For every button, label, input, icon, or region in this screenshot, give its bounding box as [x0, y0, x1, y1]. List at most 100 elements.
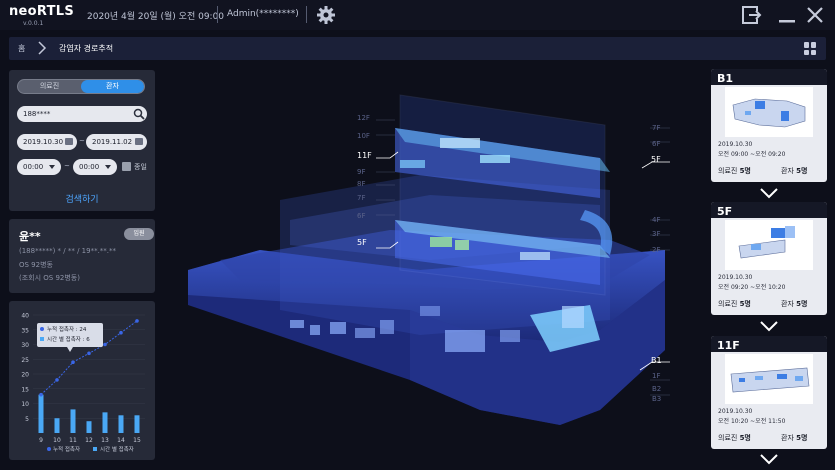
calendar-icon: [65, 138, 73, 145]
tab-patient[interactable]: 환자: [81, 80, 144, 93]
patient-count: 환자 5명: [781, 300, 808, 308]
search-icon[interactable]: [133, 108, 145, 120]
y-tick-label: 15: [21, 386, 29, 393]
floor-label-faint: 1F: [652, 372, 661, 380]
x-tick-label: 9: [39, 437, 43, 444]
building-3d-view[interactable]: [180, 80, 680, 440]
floor-label-faint: 7F: [652, 124, 661, 132]
floor-card-5f[interactable]: 5F 2019.10.30 오전 09:20 ~오전 10:20 의료진 5명 …: [711, 202, 827, 315]
floor-label-left: 5F: [357, 238, 367, 247]
staff-count: 의료진 5명: [718, 300, 751, 308]
tooltip-pointer: [67, 347, 73, 352]
contact-chart-panel: 5 10 15 20 25 30 35 40 9 10 11 12 13 14 15 누적 접촉자 : 24 시…: [9, 301, 155, 460]
y-tick-label: 20: [21, 372, 29, 379]
legend-label: 누적 접촉자: [53, 445, 80, 453]
breadcrumb-home[interactable]: 홈: [18, 43, 25, 54]
bar: [70, 409, 76, 433]
grid-menu-icon[interactable]: [804, 42, 817, 55]
x-tick-label: 13: [101, 437, 109, 444]
contact-chart: 5 10 15 20 25 30 35 40 9 10 11 12 13 14 15 누적 접촉자 : 24 시…: [21, 313, 145, 453]
floor-label-faint: 9F: [357, 168, 366, 176]
floor-stack: [395, 94, 613, 296]
floor-card-11f[interactable]: 11F 2019.10.30 오전 10:20 ~오전 11:50 의료진 5명…: [711, 336, 827, 449]
top-bar: neoRTLS v.0.0.1 2020년 4월 20일 (월) 오전 09:0…: [0, 0, 835, 30]
app-name: neoRTLS: [9, 4, 75, 19]
legend-dot: [47, 447, 51, 451]
caret-down-icon: [49, 165, 55, 169]
patient-info-panel: 윤** 입원 (188*****) * / ** / 19**.**.** OS…: [9, 219, 155, 293]
visit-time: 오전 09:20 ~오전 10:20: [718, 284, 786, 291]
y-tick-label: 40: [21, 313, 29, 320]
x-tick-label: 15: [133, 437, 141, 444]
floor-label-faint: 10F: [357, 132, 370, 140]
time-from-select[interactable]: 00:00: [17, 159, 61, 175]
y-tick-label: 5: [25, 416, 29, 423]
breadcrumb: 홈 감염자 경로추적: [9, 37, 826, 60]
line-point: [87, 351, 91, 356]
bar: [54, 418, 60, 433]
tooltip-label: 시간 별 접촉자 : 6: [47, 335, 90, 343]
gear-icon[interactable]: [316, 5, 336, 25]
floor-label-faint: 7F: [357, 194, 366, 202]
y-tick-label: 10: [21, 401, 29, 408]
patient-name: 윤**: [19, 230, 41, 243]
tab-staff[interactable]: 의료진: [18, 80, 81, 93]
app-version: v.0.0.1: [23, 20, 44, 27]
target-tabs: 의료진 환자: [17, 79, 145, 94]
floor-label: B1: [717, 72, 734, 85]
line-point: [135, 319, 139, 323]
floor-card-b1[interactable]: B1 2019.10.30 오전 09:00 ~오전 09:20 의료진 5명 …: [711, 69, 827, 182]
search-panel: 의료진 환자 2019.10.30 ~ 2019.11.02 00:00 ~ 0…: [9, 70, 155, 211]
current-datetime: 2020년 4월 20일 (월) 오전 09:00: [87, 12, 225, 22]
date-to-value: 2019.11.02: [92, 138, 133, 146]
user-name: Admin(********): [227, 9, 299, 19]
x-tick-label: 14: [117, 437, 125, 444]
bar: [86, 421, 92, 433]
allday-label: 종일: [134, 163, 147, 171]
floor-label-left: 11F: [357, 151, 372, 160]
time-separator: ~: [64, 162, 70, 170]
line-point: [71, 360, 75, 364]
bar: [38, 394, 44, 433]
line-point: [39, 392, 43, 397]
logout-icon[interactable]: [740, 4, 762, 26]
visit-time: 오전 09:00 ~오전 09:20: [718, 151, 786, 158]
floor-label-faint: 4F: [652, 216, 661, 224]
staff-count: 의료진 5명: [718, 434, 751, 442]
floor-label-right: B1: [651, 356, 662, 365]
y-tick-label: 35: [21, 327, 29, 334]
time-to-select[interactable]: 00:00: [73, 159, 117, 175]
visit-date: 2019.10.30: [718, 141, 753, 148]
search-button[interactable]: 검색하기: [9, 192, 155, 205]
date-to-field[interactable]: 2019.11.02: [86, 134, 147, 150]
divider: [306, 6, 307, 23]
x-tick-label: 10: [53, 437, 61, 444]
floor-label-faint: B3: [652, 395, 662, 403]
calendar-icon: [135, 138, 143, 145]
status-badge: 입원: [124, 228, 154, 240]
divider: [217, 6, 218, 23]
legend-label: 시간 별 접촉자: [100, 445, 134, 453]
patient-ward: OS 92병동: [19, 261, 53, 269]
time-to-value: 00:00: [79, 163, 100, 171]
minimize-icon[interactable]: [776, 4, 798, 26]
patient-id-line: (188*****) * / ** / 19**.**.**: [19, 247, 117, 255]
search-input[interactable]: [17, 106, 147, 122]
floor-label-faint: B2: [652, 385, 662, 393]
date-from-field[interactable]: 2019.10.30: [17, 134, 77, 150]
floor-map-5f: [725, 220, 813, 270]
floor-map-b1: [725, 87, 813, 137]
close-icon[interactable]: [804, 4, 826, 26]
tooltip-label: 누적 접촉자 : 24: [47, 325, 87, 333]
bar: [118, 415, 124, 433]
x-tick-label: 12: [85, 437, 93, 444]
floor-label-faint: 12F: [357, 114, 370, 122]
allday-checkbox[interactable]: [122, 162, 131, 171]
page-title: 감염자 경로추적: [59, 44, 114, 53]
floor-label: 5F: [717, 205, 733, 218]
time-from-value: 00:00: [23, 163, 44, 171]
floor-label-faint: 6F: [357, 212, 366, 220]
chevron-right-icon: [38, 41, 47, 55]
floor-label-faint: 3F: [652, 230, 661, 238]
visit-date: 2019.10.30: [718, 274, 753, 281]
